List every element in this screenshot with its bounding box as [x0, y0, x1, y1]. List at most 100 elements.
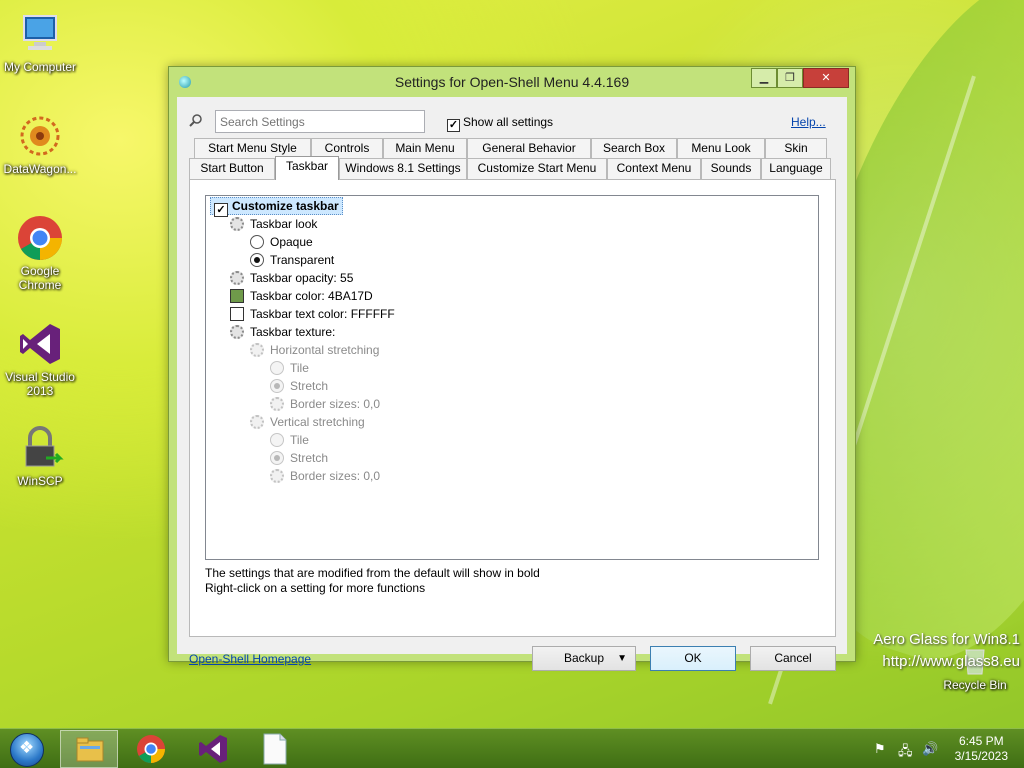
- desktop-icon-google-chrome[interactable]: Google Chrome: [0, 214, 80, 292]
- color-swatch: [230, 307, 244, 321]
- checkbox-checked-icon: ✓: [447, 119, 460, 132]
- setting-label: Taskbar text color: FFFFFF: [250, 307, 395, 321]
- backup-button[interactable]: Backup ▼: [532, 646, 636, 671]
- color-swatch: [230, 289, 244, 303]
- setting-label: Taskbar texture:: [250, 325, 336, 339]
- desktop-icon-label: Recycle Bin: [943, 678, 1007, 692]
- desktop-icon-label: DataWagon...: [3, 162, 77, 176]
- dialog-client: ✓Show all settings Help... Start Menu St…: [177, 97, 847, 671]
- radio-unselected-icon: [270, 361, 284, 375]
- homepage-link[interactable]: Open-Shell Homepage: [189, 652, 311, 666]
- setting-label: Taskbar color: 4BA17D: [250, 289, 373, 303]
- setting-label: Tile: [290, 361, 309, 375]
- tab-search-box[interactable]: Search Box: [591, 138, 677, 159]
- setting-taskbar-opacity[interactable]: Taskbar opacity: 55: [230, 269, 353, 287]
- flag-icon[interactable]: ⚑: [874, 742, 886, 757]
- help-link[interactable]: Help...: [791, 115, 826, 129]
- desktop-icon-winscp[interactable]: WinSCP: [0, 424, 80, 488]
- setting-label: Stretch: [290, 451, 329, 465]
- clock-date: 3/15/2023: [954, 749, 1008, 763]
- network-icon[interactable]: 🖧: [898, 742, 913, 764]
- watermark-line1: Aero Glass for Win8.1: [873, 631, 1020, 648]
- setting-label: Vertical stretching: [270, 415, 365, 429]
- setting-taskbar-look[interactable]: Taskbar look: [230, 215, 317, 233]
- gear-icon: [230, 217, 244, 231]
- desktop-icon-visual-studio[interactable]: Visual Studio 2013: [0, 320, 80, 398]
- desktop-icon-label: My Computer: [3, 60, 77, 74]
- tab-skin[interactable]: Skin: [765, 138, 827, 159]
- cancel-button[interactable]: Cancel: [750, 646, 836, 671]
- taskbar-item-visual-studio[interactable]: [184, 730, 242, 768]
- taskbar-item-explorer[interactable]: [60, 730, 118, 768]
- gear-icon: [270, 469, 284, 483]
- tab-sounds[interactable]: Sounds: [701, 158, 761, 179]
- setting-taskbar-text-color[interactable]: Taskbar text color: FFFFFF: [230, 305, 395, 323]
- radio-unselected-icon: [250, 235, 264, 249]
- setting-h-stretch[interactable]: Stretch: [270, 377, 328, 395]
- setting-label: Opaque: [270, 235, 313, 249]
- tab-start-button[interactable]: Start Button: [189, 158, 275, 179]
- tab-general-behavior[interactable]: General Behavior: [467, 138, 591, 159]
- tab-menu-look[interactable]: Menu Look: [677, 138, 765, 159]
- winscp-icon: [16, 424, 64, 472]
- close-button[interactable]: ✕: [803, 68, 849, 88]
- ok-button[interactable]: OK: [650, 646, 736, 671]
- setting-label: Border sizes: 0,0: [290, 397, 381, 411]
- taskbar-item-chrome[interactable]: [122, 730, 180, 768]
- note-right-click: Right-click on a setting for more functi…: [205, 581, 426, 595]
- datawagon-icon: [16, 112, 64, 160]
- volume-icon[interactable]: 🔊: [922, 742, 938, 757]
- settings-dialog: Settings for Open-Shell Menu 4.4.169 ▁ ❐…: [168, 66, 856, 671]
- checkbox-checked-icon: ✓: [214, 203, 228, 217]
- taskbar: ⚑ 🖧 🔊 6:45 PM 3/15/2023: [0, 728, 1024, 768]
- search-input[interactable]: [215, 110, 425, 133]
- backup-label: Backup: [563, 651, 605, 665]
- folder-icon: [76, 737, 104, 762]
- setting-label: Tile: [290, 433, 309, 447]
- setting-label: Taskbar opacity: 55: [250, 271, 354, 285]
- tab-customize-start-menu[interactable]: Customize Start Menu: [467, 158, 607, 179]
- setting-transparent[interactable]: Transparent: [250, 251, 334, 269]
- taskbar-item-notepad[interactable]: [246, 730, 304, 768]
- setting-v-border-sizes[interactable]: Border sizes: 0,0: [270, 467, 380, 485]
- start-button[interactable]: [10, 733, 44, 767]
- tab-main-menu[interactable]: Main Menu: [383, 138, 467, 159]
- setting-horizontal-stretching[interactable]: Horizontal stretching: [250, 341, 379, 359]
- tab-windows-81-settings[interactable]: Windows 8.1 Settings: [339, 158, 467, 179]
- computer-icon: [16, 10, 64, 58]
- tab-taskbar[interactable]: Taskbar: [275, 156, 339, 180]
- setting-h-border-sizes[interactable]: Border sizes: 0,0: [270, 395, 380, 413]
- clock[interactable]: 6:45 PM 3/15/2023: [955, 734, 1008, 764]
- show-all-checkbox[interactable]: ✓ Show all settings: [447, 115, 553, 132]
- title-bar[interactable]: Settings for Open-Shell Menu 4.4.169 ▁ ❐…: [169, 67, 855, 97]
- visual-studio-icon: [199, 735, 227, 763]
- settings-tree: ✓ Customize taskbar Taskbar look Opaque T…: [205, 195, 819, 560]
- gear-icon: [230, 271, 244, 285]
- setting-label: Transparent: [270, 253, 335, 267]
- setting-vertical-stretching[interactable]: Vertical stretching: [250, 413, 365, 431]
- setting-label: Stretch: [290, 379, 329, 393]
- watermark-line2: http://www.glass8.eu: [882, 653, 1020, 670]
- setting-customize-taskbar[interactable]: ✓ Customize taskbar: [210, 197, 343, 217]
- gear-icon: [270, 397, 284, 411]
- desktop-icon-label: Google Chrome: [18, 264, 62, 292]
- setting-v-stretch[interactable]: Stretch: [270, 449, 328, 467]
- gear-icon: [250, 343, 264, 357]
- setting-h-tile[interactable]: Tile: [270, 359, 309, 377]
- setting-taskbar-texture[interactable]: Taskbar texture:: [230, 323, 335, 341]
- gear-icon: [230, 325, 244, 339]
- setting-opaque[interactable]: Opaque: [250, 233, 313, 251]
- clock-time: 6:45 PM: [958, 734, 1004, 748]
- tab-language[interactable]: Language: [761, 158, 831, 179]
- desktop-icon-my-computer[interactable]: My Computer: [0, 10, 80, 74]
- setting-v-tile[interactable]: Tile: [270, 431, 309, 449]
- tab-context-menu[interactable]: Context Menu: [607, 158, 701, 179]
- maximize-button[interactable]: ❐: [777, 68, 803, 88]
- dropdown-arrow-icon: ▼: [617, 653, 627, 664]
- setting-taskbar-color[interactable]: Taskbar color: 4BA17D: [230, 287, 373, 305]
- visual-studio-icon: [16, 320, 64, 368]
- desktop-icon-datawagon[interactable]: DataWagon...: [0, 112, 80, 176]
- minimize-button[interactable]: ▁: [751, 68, 777, 88]
- chrome-icon: [16, 214, 64, 262]
- radio-selected-icon: [270, 451, 284, 465]
